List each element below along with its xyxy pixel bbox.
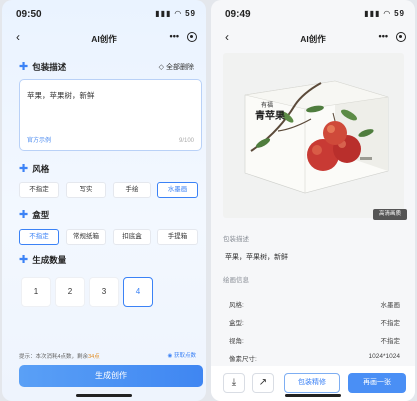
info-row: 视角: 不指定 <box>229 338 400 345</box>
style-option[interactable]: 写实 <box>66 182 106 198</box>
clear-all-button[interactable]: ◇ 全部删除 <box>159 62 194 72</box>
info-row: 盒型: 不指定 <box>229 320 400 327</box>
home-indicator <box>76 394 132 397</box>
coin-icon: ◉ <box>167 353 173 359</box>
left-screen: 09:50 ▮▮▮ ◠ 59 ‹ AI创作 ••• ✚ 包装描述 ◇ 全部删除 苹… <box>2 0 206 401</box>
draw-again-button[interactable]: 再画一张 <box>348 373 406 393</box>
style-option[interactable]: 手绘 <box>113 182 151 198</box>
status-icons: ▮▮▮ ◠ 59 <box>155 9 196 18</box>
style-section-title: ✚ 风格 <box>19 163 50 175</box>
nav-bar: ‹ AI创作 ••• <box>211 28 415 50</box>
count-option[interactable]: 2 <box>55 277 85 307</box>
count-option[interactable]: 3 <box>89 277 119 307</box>
target-icon[interactable] <box>396 32 406 42</box>
nav-bar: ‹ AI创作 ••• <box>2 28 206 50</box>
more-icon[interactable]: ••• <box>170 31 179 41</box>
generate-button[interactable]: 生成创作 <box>19 365 203 387</box>
plus-icon: ✚ <box>19 254 29 266</box>
more-icon[interactable]: ••• <box>379 31 388 41</box>
apple-box-illustration: 有福 青苹果 <box>244 80 389 194</box>
right-screen: 09:49 ▮▮▮ ◠ 59 ‹ AI创作 ••• 有福 青苹果 高清画质 包装… <box>211 0 415 401</box>
plus-icon: ✚ <box>19 209 29 221</box>
home-indicator <box>285 394 341 397</box>
desc-text: 苹果，苹果树，新鲜 <box>27 91 95 100</box>
status-time: 09:49 <box>225 9 251 20</box>
target-icon[interactable] <box>187 32 197 42</box>
example-link[interactable]: 官方示例 <box>27 135 51 144</box>
count-section-title: ✚ 生成数量 <box>19 254 67 266</box>
char-counter: 9/100 <box>178 138 194 144</box>
box-option[interactable]: 扣底盒 <box>113 229 151 245</box>
desc-section-title: ✚ 包装描述 <box>19 61 67 73</box>
share-icon[interactable]: ↗ <box>252 373 274 393</box>
plus-icon: ✚ <box>19 61 29 73</box>
status-bar: 09:50 ▮▮▮ ◠ 59 <box>2 0 206 22</box>
desc-value: 苹果，苹果树，新鲜 <box>225 254 288 261</box>
box-option-selected[interactable]: 不指定 <box>19 229 59 245</box>
count-option-selected[interactable]: 4 <box>123 277 153 307</box>
status-time: 09:50 <box>16 9 42 20</box>
style-option[interactable]: 不指定 <box>19 182 59 198</box>
info-label: 绘画信息 <box>223 277 249 284</box>
style-option-selected[interactable]: 水墨画 <box>157 182 198 198</box>
get-points-link[interactable]: ◉ 获取点数 <box>168 351 196 359</box>
box-option[interactable]: 手提箱 <box>157 229 198 245</box>
points-tip: 提示：本次消耗4点数，剩余34点 <box>19 354 100 360</box>
refine-button[interactable]: 包装精修 <box>284 373 340 393</box>
status-icons: ▮▮▮ ◠ 59 <box>364 9 405 18</box>
box-product-text: 青苹果 <box>255 109 286 122</box>
points-remaining: 34点 <box>88 354 100 360</box>
generated-image[interactable]: 有福 青苹果 <box>223 53 404 218</box>
desc-label: 包装描述 <box>223 236 249 243</box>
status-bar: 09:49 ▮▮▮ ◠ 59 <box>211 0 415 22</box>
info-row: 像素尺寸: 1024*1024 <box>229 353 400 363</box>
desc-textarea[interactable]: 苹果，苹果树，新鲜 官方示例 9/100 <box>19 79 202 151</box>
hd-quality-badge: 高清画质 <box>373 209 407 220</box>
box-option[interactable]: 常规纸箱 <box>66 229 106 245</box>
box-section-title: ✚ 盒型 <box>19 209 50 221</box>
count-option[interactable]: 1 <box>21 277 51 307</box>
eraser-icon: ◇ <box>158 64 165 71</box>
download-icon[interactable]: ⤓ <box>223 373 245 393</box>
info-row: 风格: 水墨画 <box>229 302 400 309</box>
plus-icon: ✚ <box>19 163 29 175</box>
box-brand-text: 有福 <box>261 101 273 109</box>
